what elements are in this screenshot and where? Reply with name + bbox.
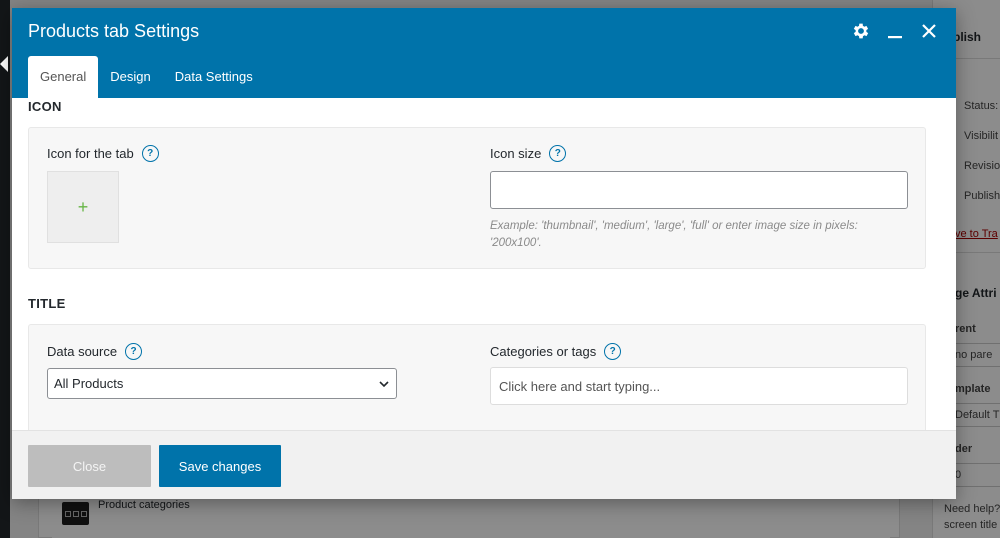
categories-input[interactable]: Click here and start typing... [490, 367, 908, 405]
tab-design[interactable]: Design [98, 56, 162, 98]
title-section-title: TITLE [28, 296, 66, 311]
icon-size-text: Icon size [490, 146, 542, 161]
icon-panel: Icon for the tab ? + Icon size ? Example… [28, 127, 926, 269]
icon-size-label: Icon size ? [490, 145, 567, 162]
modal-title: Products tab Settings [28, 21, 200, 41]
help-icon[interactable]: ? [549, 145, 567, 162]
categories-label: Categories or tags ? [490, 343, 622, 360]
data-source-select[interactable]: All Products [47, 368, 397, 399]
data-source-label: Data source ? [47, 343, 143, 360]
help-icon[interactable]: ? [141, 145, 159, 162]
plus-icon: + [77, 196, 89, 217]
close-icon[interactable] [918, 20, 940, 42]
data-source-value: All Products [54, 376, 124, 391]
edge-arrow-icon [0, 56, 8, 72]
help-icon[interactable]: ? [604, 343, 622, 360]
data-source-text: Data source [47, 344, 118, 359]
modal-footer: Close Save changes [12, 430, 956, 499]
minimize-icon[interactable] [884, 20, 906, 42]
modal-body: ICON Icon for the tab ? + Icon size ? Ex… [12, 98, 956, 430]
categories-text: Categories or tags [490, 344, 597, 359]
tab-data-settings[interactable]: Data Settings [163, 56, 265, 98]
icon-size-input[interactable] [490, 171, 908, 209]
tab-general[interactable]: General [28, 56, 99, 98]
settings-modal: Products tab Settings General Design Dat… [12, 8, 956, 499]
icon-picker-button[interactable]: + [47, 171, 119, 243]
icon-for-tab-label: Icon for the tab ? [47, 145, 159, 162]
icon-for-tab-text: Icon for the tab [47, 146, 134, 161]
modal-header: Products tab Settings General Design Dat… [12, 8, 956, 98]
modal-tabs: General Design Data Settings [28, 56, 265, 98]
help-icon[interactable]: ? [125, 343, 143, 360]
chevron-down-icon [379, 380, 389, 387]
header-controls [850, 20, 940, 42]
icon-size-hint: Example: 'thumbnail', 'medium', 'large',… [490, 220, 858, 249]
save-changes-button[interactable]: Save changes [159, 445, 281, 487]
close-button[interactable]: Close [28, 445, 151, 487]
icon-section-title: ICON [28, 99, 62, 114]
gear-icon[interactable] [850, 20, 872, 42]
title-panel: Data source ? All Products Categories or… [28, 324, 926, 430]
